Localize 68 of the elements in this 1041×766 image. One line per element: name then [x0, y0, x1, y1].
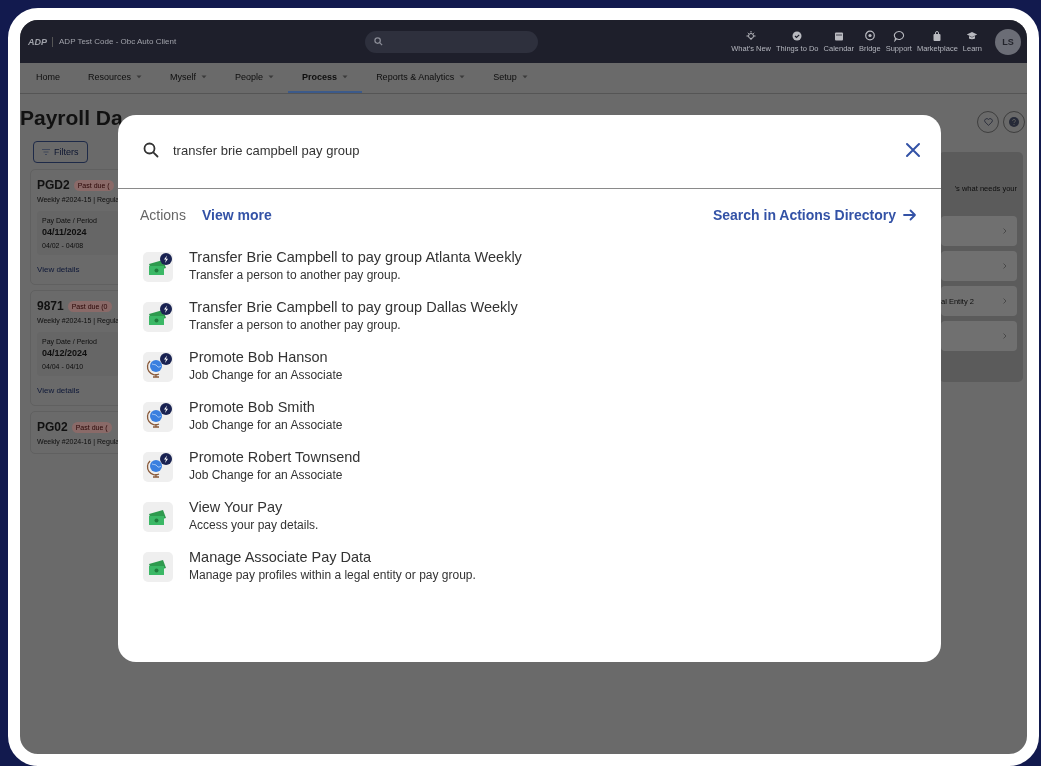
chevron-icon — [1003, 263, 1007, 269]
pay-group-name: PGD2 — [37, 178, 70, 192]
result-title: Transfer Brie Campbell to pay group Dallas Weekly — [189, 299, 518, 315]
actions-directory-link[interactable]: Search in Actions Directory — [712, 207, 917, 223]
result-title: Promote Robert Townsend — [189, 449, 361, 465]
bulb-icon — [745, 30, 758, 42]
action-result[interactable]: Manage Associate Pay Data Manage pay profiles within a legal entity or pay group. — [143, 549, 643, 582]
page-title: Payroll Da — [20, 106, 123, 130]
arrow-right-icon — [903, 209, 917, 221]
pay-group-name: PG02 — [37, 420, 68, 434]
pay-group-name: 9871 — [37, 299, 64, 313]
globe-icon — [143, 452, 173, 482]
result-description: Transfer a person to another pay group. — [189, 318, 402, 332]
money-icon — [143, 552, 173, 582]
result-description: Job Change for an Associate — [189, 468, 344, 482]
filter-icon — [42, 149, 50, 155]
task-row[interactable] — [941, 216, 1017, 246]
cap-icon — [966, 30, 979, 42]
result-description: Manage pay profiles within a legal entity or pay group. — [189, 568, 476, 582]
task-row[interactable] — [941, 251, 1017, 281]
result-title: Promote Bob Smith — [189, 399, 316, 415]
action-result[interactable]: Transfer Brie Campbell to pay group Dallas Weekly Transfer a person to another pay group. — [143, 299, 643, 332]
global-search-field[interactable] — [365, 30, 538, 53]
check-icon — [791, 30, 804, 42]
result-description: Transfer a person to another pay group. — [189, 268, 402, 282]
result-description: Access your pay details. — [189, 518, 319, 532]
nav-tab[interactable]: Resources — [74, 63, 157, 93]
nav-tab[interactable]: Myself — [156, 63, 222, 93]
chevron-icon — [1003, 298, 1007, 304]
action-result[interactable]: Transfer Brie Campbell to pay group Atlanta Weekly Transfer a person to another pay group. — [143, 249, 643, 282]
bag-icon — [931, 30, 944, 42]
money-icon — [143, 252, 173, 282]
logo: ADP — [28, 36, 53, 47]
client-name: ADP Test Code - Obc Auto Client — [59, 37, 177, 46]
pay-date: 04/11/2024 — [42, 227, 88, 237]
view-more-link[interactable]: View more — [201, 207, 272, 223]
money-icon — [143, 502, 173, 532]
globe-icon — [143, 352, 173, 382]
nav-tab[interactable]: Reports & Analytics — [362, 63, 480, 93]
pay-date: 04/12/2024 — [42, 348, 89, 358]
result-title: Manage Associate Pay Data — [189, 549, 373, 565]
chevron-icon — [1003, 228, 1007, 234]
nav-tab[interactable]: People — [221, 63, 289, 93]
chat-icon — [892, 30, 905, 42]
action-result[interactable]: Promote Bob Hanson Job Change for an Associate — [143, 349, 643, 382]
result-description: Job Change for an Associate — [189, 368, 343, 382]
help-icon — [1009, 117, 1019, 127]
calendar-icon — [832, 30, 845, 42]
nav-tab[interactable]: Home — [22, 63, 74, 93]
close-button[interactable] — [903, 140, 923, 160]
nav-tab[interactable]: Setup — [479, 63, 542, 93]
action-result[interactable]: Promote Bob Smith Job Change for an Associate — [143, 399, 643, 432]
heart-icon — [983, 118, 993, 126]
action-result[interactable]: View Your Pay Access your pay details. — [143, 499, 643, 532]
globe-icon — [143, 402, 173, 432]
task-row[interactable] — [941, 321, 1017, 351]
result-title: Transfer Brie Campbell to pay group Atlanta Weekly — [189, 249, 522, 265]
money-icon — [143, 302, 173, 332]
nav-tab[interactable]: Process — [288, 63, 363, 93]
result-description: Job Change for an Associate — [189, 418, 343, 432]
close-icon — [905, 142, 921, 158]
action-result[interactable]: Promote Robert Townsend Job Change for an Associate — [143, 449, 643, 482]
search-icon — [143, 142, 159, 158]
search-icon — [374, 37, 383, 46]
chevron-icon — [1003, 333, 1007, 339]
result-title: Promote Bob Hanson — [189, 349, 329, 365]
section-label: Actions — [140, 207, 186, 223]
result-title: View Your Pay — [189, 499, 284, 515]
